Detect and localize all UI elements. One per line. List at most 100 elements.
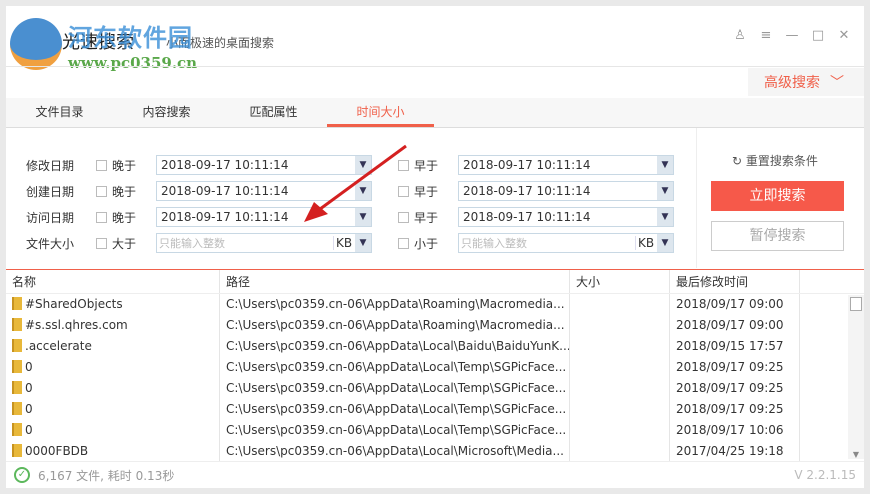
folder-icon [12, 402, 22, 415]
table-row[interactable]: 0 C:\Users\pc0359.cn-06\AppData\Local\Tem… [6, 420, 864, 441]
before-checkbox[interactable]: 早于 [398, 183, 458, 200]
cell-size [570, 315, 670, 336]
before-checkbox[interactable]: 早于 [398, 157, 458, 174]
cell-modified: 2017/04/25 19:18 [670, 441, 800, 462]
folder-icon [12, 360, 22, 373]
cell-path: C:\Users\pc0359.cn-06\AppData\Local\Micr… [220, 441, 570, 462]
cell-path: C:\Users\pc0359.cn-06\AppData\Roaming\Ma… [220, 294, 570, 315]
cell-name: 0 [6, 399, 220, 420]
reset-conditions-button[interactable]: ↻ 重置搜索条件 [732, 152, 818, 169]
less-than-checkbox[interactable]: 小于 [398, 235, 458, 252]
folder-icon [12, 318, 22, 331]
chevron-down-icon[interactable]: ▼ [657, 234, 673, 252]
min-size-input[interactable]: 只能输入整数 KB ▼ [156, 233, 372, 253]
menu-icon[interactable]: ≡ [758, 28, 774, 43]
chevron-down-icon[interactable]: ▼ [657, 208, 673, 226]
column-modified[interactable]: 最后修改时间 [670, 270, 800, 293]
accessed-before-row: 早于 2018-09-17 10:11:14 ▼ [398, 206, 674, 228]
cell-size [570, 399, 670, 420]
cell-path: C:\Users\pc0359.cn-06\AppData\Local\Temp… [220, 357, 570, 378]
divider [696, 128, 697, 268]
table-header: 名称 路径 大小 最后修改时间 [6, 270, 864, 294]
cell-modified: 2018/09/15 17:57 [670, 336, 800, 357]
cell-size [570, 357, 670, 378]
cell-name: .accelerate [6, 336, 220, 357]
advanced-search-button[interactable]: 高级搜索 ﹀ [748, 68, 864, 96]
folder-icon [12, 444, 22, 457]
folder-icon [12, 423, 22, 436]
after-date-picker[interactable]: 2018-09-17 10:11:14 ▼ [156, 207, 372, 227]
table-row[interactable]: 0 C:\Users\pc0359.cn-06\AppData\Local\Tem… [6, 378, 864, 399]
after-checkbox[interactable]: 晚于 [96, 157, 156, 174]
greater-than-checkbox[interactable]: 大于 [96, 235, 156, 252]
cell-name: 0 [6, 378, 220, 399]
before-date-picker[interactable]: 2018-09-17 10:11:14 ▼ [458, 155, 674, 175]
scroll-down-icon[interactable]: ▼ [848, 450, 864, 459]
chevron-down-icon: ﹀ [830, 75, 844, 91]
tab-content-search[interactable]: 内容搜索 [113, 98, 220, 127]
search-now-button[interactable]: 立即搜索 [711, 181, 844, 211]
maximize-icon[interactable]: □ [810, 28, 826, 43]
after-date-picker[interactable]: 2018-09-17 10:11:14 ▼ [156, 181, 372, 201]
before-date-picker[interactable]: 2018-09-17 10:11:14 ▼ [458, 207, 674, 227]
scrollbar[interactable]: ▼ [848, 295, 864, 459]
after-checkbox[interactable]: 晚于 [96, 209, 156, 226]
table-row[interactable]: 0 C:\Users\pc0359.cn-06\AppData\Local\Tem… [6, 357, 864, 378]
watermark-url: www.pc0359.cn [68, 54, 198, 72]
tab-match-attributes[interactable]: 匹配属性 [220, 98, 327, 127]
window-controls: ♙ ≡ — □ ✕ [732, 28, 852, 43]
cell-path: C:\Users\pc0359.cn-06\AppData\Roaming\Ma… [220, 315, 570, 336]
app-window: 光速搜索 小而极速的桌面搜索 河东软件园 www.pc0359.cn ♙ ≡ —… [6, 6, 864, 488]
cell-path: C:\Users\pc0359.cn-06\AppData\Local\Temp… [220, 378, 570, 399]
close-icon[interactable]: ✕ [836, 28, 852, 43]
chevron-down-icon[interactable]: ▼ [657, 182, 673, 200]
cell-size [570, 336, 670, 357]
chevron-down-icon[interactable]: ▼ [355, 234, 371, 252]
table-row[interactable]: 0 C:\Users\pc0359.cn-06\AppData\Local\Tem… [6, 399, 864, 420]
chevron-down-icon[interactable]: ▼ [355, 182, 371, 200]
tab-bar: 文件目录 内容搜索 匹配属性 时间大小 [6, 98, 864, 128]
table-row[interactable]: 0000FBDB C:\Users\pc0359.cn-06\AppData\Lo… [6, 441, 864, 462]
tab-file-directory[interactable]: 文件目录 [6, 98, 113, 127]
table-row[interactable]: .accelerate C:\Users\pc0359.cn-06\AppData… [6, 336, 864, 357]
table-row[interactable]: #s.ssl.qhres.com C:\Users\pc0359.cn-06\Ap… [6, 315, 864, 336]
column-size[interactable]: 大小 [570, 270, 670, 293]
column-name[interactable]: 名称 [6, 270, 220, 293]
cell-modified: 2018/09/17 09:00 [670, 294, 800, 315]
chevron-down-icon[interactable]: ▼ [657, 156, 673, 174]
tab-time-size[interactable]: 时间大小 [327, 98, 434, 127]
modified-before-row: 早于 2018-09-17 10:11:14 ▼ [398, 154, 674, 176]
cell-path: C:\Users\pc0359.cn-06\AppData\Local\Temp… [220, 399, 570, 420]
folder-icon [12, 381, 22, 394]
modified-date-row: 修改日期 晚于 2018-09-17 10:11:14 ▼ [26, 154, 372, 176]
status-text: 6,167 文件, 耗时 0.13秒 [38, 468, 175, 483]
after-date-picker[interactable]: 2018-09-17 10:11:14 ▼ [156, 155, 372, 175]
max-size-input[interactable]: 只能输入整数 KB ▼ [458, 233, 674, 253]
folder-icon [12, 297, 22, 310]
pause-search-button[interactable]: 暂停搜索 [711, 221, 844, 251]
minimize-icon[interactable]: — [784, 28, 800, 43]
chevron-down-icon[interactable]: ▼ [355, 156, 371, 174]
cell-size [570, 378, 670, 399]
before-checkbox[interactable]: 早于 [398, 209, 458, 226]
cell-path: C:\Users\pc0359.cn-06\AppData\Local\Baid… [220, 336, 570, 357]
scrollbar-thumb[interactable] [850, 297, 862, 311]
cell-modified: 2018/09/17 09:25 [670, 399, 800, 420]
created-date-row: 创建日期 晚于 2018-09-17 10:11:14 ▼ [26, 180, 372, 202]
after-checkbox[interactable]: 晚于 [96, 183, 156, 200]
user-icon[interactable]: ♙ [732, 28, 748, 43]
check-circle-icon: ✓ [14, 467, 30, 483]
accessed-date-row: 访问日期 晚于 2018-09-17 10:11:14 ▼ [26, 206, 372, 228]
refresh-icon: ↻ [732, 154, 746, 168]
app-subtitle: 小而极速的桌面搜索 [166, 36, 275, 50]
row-label: 修改日期 [26, 158, 75, 173]
results-table: 名称 路径 大小 最后修改时间 #SharedObjects C:\Users\p… [6, 269, 864, 462]
before-date-picker[interactable]: 2018-09-17 10:11:14 ▼ [458, 181, 674, 201]
cell-modified: 2018/09/17 09:00 [670, 315, 800, 336]
table-row[interactable]: #SharedObjects C:\Users\pc0359.cn-06\AppD… [6, 294, 864, 315]
row-label: 创建日期 [26, 184, 75, 199]
advanced-search-label: 高级搜索 [764, 75, 820, 91]
created-before-row: 早于 2018-09-17 10:11:14 ▼ [398, 180, 674, 202]
column-path[interactable]: 路径 [220, 270, 570, 293]
chevron-down-icon[interactable]: ▼ [355, 208, 371, 226]
